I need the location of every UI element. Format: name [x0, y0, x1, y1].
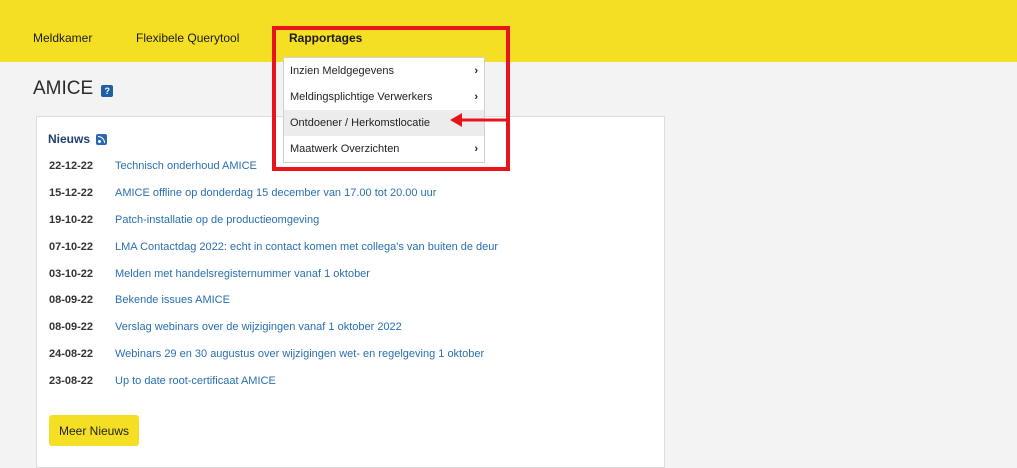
- news-date: 08-09-22: [49, 321, 94, 334]
- news-date: 07-10-22: [49, 240, 94, 253]
- list-item: 08-09-22 Verslag webinars over de wijzigi…: [49, 314, 498, 341]
- chevron-right-icon: ›: [474, 65, 478, 77]
- menu-item-label: Inzien Meldgegevens: [290, 65, 394, 77]
- list-item: 23-08-22 Up to date root-certificaat AMIC…: [49, 367, 498, 394]
- list-item: 24-08-22 Webinars 29 en 30 augustus over …: [49, 341, 498, 368]
- menu-item-meldingsplichtige-verwerkers[interactable]: Meldingsplichtige Verwerkers ›: [284, 84, 484, 110]
- page-title: AMICE ?: [33, 78, 114, 100]
- list-item: 19-10-22 Patch-installatie op de producti…: [49, 207, 498, 234]
- news-date: 19-10-22: [49, 213, 94, 226]
- menu-item-label: Ontdoener / Herkomstlocatie: [290, 117, 431, 129]
- menu-item-maatwerk-overzichten[interactable]: Maatwerk Overzichten ›: [284, 136, 484, 162]
- news-link[interactable]: Up to date root-certificaat AMICE: [115, 375, 276, 387]
- news-link[interactable]: Verslag webinars over de wijzigingen van…: [115, 321, 402, 333]
- question-mark-icon[interactable]: ?: [101, 84, 114, 97]
- nav-item-rapportages[interactable]: Rapportages: [289, 31, 362, 45]
- menu-item-inzien-meldgegevens[interactable]: Inzien Meldgegevens ›: [284, 58, 484, 84]
- news-link[interactable]: Technisch onderhoud AMICE: [115, 160, 257, 172]
- news-panel: Nieuws 22-12-22 Technisch onderhoud AMICE…: [36, 116, 665, 468]
- menu-item-ontdoener-herkomstlocatie[interactable]: Ontdoener / Herkomstlocatie: [284, 110, 484, 136]
- news-date: 24-08-22: [49, 347, 94, 360]
- more-news-button[interactable]: Meer Nieuws: [49, 415, 140, 446]
- page-title-text: AMICE: [33, 78, 94, 99]
- list-item: 15-12-22 AMICE offline op donderdag 15 de…: [49, 180, 498, 207]
- news-date: 15-12-22: [49, 187, 94, 200]
- list-item: 07-10-22 LMA Contactdag 2022: echt in con…: [49, 233, 498, 260]
- news-link[interactable]: Webinars 29 en 30 augustus over wijzigin…: [115, 348, 484, 360]
- news-link[interactable]: LMA Contactdag 2022: echt in contact kom…: [115, 241, 498, 253]
- news-link[interactable]: Patch-installatie op de productieomgevin…: [115, 214, 319, 226]
- menu-item-label: Meldingsplichtige Verwerkers: [290, 91, 433, 103]
- news-heading-text: Nieuws: [48, 132, 91, 146]
- chevron-right-icon: ›: [474, 143, 478, 155]
- rapportages-dropdown-menu: Inzien Meldgegevens › Meldingsplichtige …: [283, 57, 485, 163]
- menu-item-label: Maatwerk Overzichten: [290, 143, 400, 155]
- top-navigation-bar: Meldkamer Flexibele Querytool Rapportage…: [0, 0, 1017, 62]
- news-date: 08-09-22: [49, 294, 94, 307]
- news-date: 03-10-22: [49, 267, 94, 280]
- news-date: 22-12-22: [49, 160, 94, 173]
- news-date: 23-08-22: [49, 374, 94, 387]
- rss-icon[interactable]: [96, 133, 108, 145]
- chevron-right-icon: ›: [474, 91, 478, 103]
- nav-item-flexibele-querytool[interactable]: Flexibele Querytool: [136, 31, 239, 45]
- news-link[interactable]: Melden met handelsregisternummer vanaf 1…: [115, 268, 370, 280]
- nav-item-meldkamer[interactable]: Meldkamer: [33, 31, 92, 45]
- list-item: 03-10-22 Melden met handelsregisternummer…: [49, 260, 498, 287]
- list-item: 08-09-22 Bekende issues AMICE: [49, 287, 498, 314]
- news-link[interactable]: Bekende issues AMICE: [115, 294, 230, 306]
- news-link[interactable]: AMICE offline op donderdag 15 december v…: [115, 187, 436, 199]
- news-list: 22-12-22 Technisch onderhoud AMICE 15-12-…: [49, 153, 498, 394]
- news-heading: Nieuws: [48, 132, 108, 146]
